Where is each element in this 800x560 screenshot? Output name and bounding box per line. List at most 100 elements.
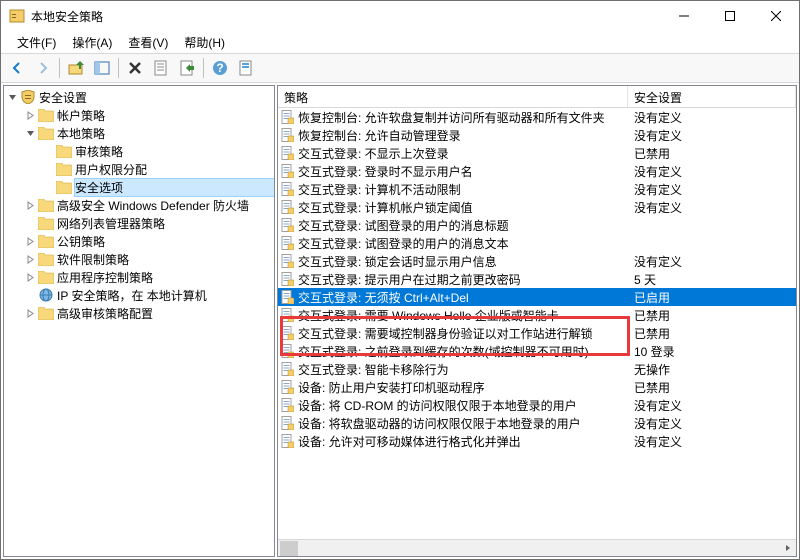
tree-audit-policy[interactable]: 审核策略 <box>4 142 274 160</box>
tree-label: 网络列表管理器策略 <box>57 215 274 232</box>
policy-name: 交互式登录: 需要域控制器身份验证以对工作站进行解锁 <box>296 325 628 342</box>
tree-panel[interactable]: 安全设置帐户策略本地策略审核策略用户权限分配安全选项高级安全 Windows D… <box>3 85 275 557</box>
policy-icon <box>278 217 296 233</box>
policy-row[interactable]: 交互式登录: 锁定会话时显示用户信息没有定义 <box>278 252 796 270</box>
close-button[interactable] <box>753 1 799 31</box>
expand-icon[interactable] <box>22 107 38 123</box>
spacer <box>40 161 56 177</box>
show-hide-tree-button[interactable] <box>90 56 114 80</box>
refresh-button[interactable] <box>234 56 258 80</box>
tree-app-control[interactable]: 应用程序控制策略 <box>4 268 274 286</box>
folder-icon <box>38 125 54 141</box>
column-setting[interactable]: 安全设置 <box>628 86 796 107</box>
policy-setting: 已启用 <box>628 289 796 306</box>
tree-adv-audit[interactable]: 高级审核策略配置 <box>4 304 274 322</box>
window-controls <box>661 1 799 31</box>
collapse-icon[interactable] <box>22 125 38 141</box>
policy-name: 交互式登录: 锁定会话时显示用户信息 <box>296 253 628 270</box>
back-button[interactable] <box>5 56 29 80</box>
policy-icon <box>278 415 296 431</box>
policy-name: 交互式登录: 智能卡移除行为 <box>296 361 628 378</box>
tree-netlist[interactable]: 网络列表管理器策略 <box>4 214 274 232</box>
policy-row[interactable]: 交互式登录: 计算机不活动限制没有定义 <box>278 180 796 198</box>
minimize-button[interactable] <box>661 1 707 31</box>
policy-icon <box>278 127 296 143</box>
list-body[interactable]: 恢复控制台: 允许软盘复制并访问所有驱动器和所有文件夹没有定义恢复控制台: 允许… <box>278 108 796 539</box>
policy-name: 交互式登录: 需要 Windows Hello 企业版或智能卡 <box>296 307 628 324</box>
folder-icon <box>20 89 36 105</box>
collapse-icon[interactable] <box>4 89 20 105</box>
policy-name: 交互式登录: 试图登录的用户的消息标题 <box>296 217 628 234</box>
policy-setting: 没有定义 <box>628 397 796 414</box>
up-level-button[interactable] <box>64 56 88 80</box>
policy-row[interactable]: 恢复控制台: 允许自动管理登录没有定义 <box>278 126 796 144</box>
policy-icon <box>278 109 296 125</box>
policy-icon <box>278 343 296 359</box>
expand-icon[interactable] <box>22 269 38 285</box>
export-button[interactable] <box>175 56 199 80</box>
policy-row[interactable]: 恢复控制台: 允许软盘复制并访问所有驱动器和所有文件夹没有定义 <box>278 108 796 126</box>
policy-setting: 没有定义 <box>628 433 796 450</box>
tree-label: 用户权限分配 <box>75 161 274 178</box>
policy-icon <box>278 253 296 269</box>
policy-row[interactable]: 交互式登录: 需要 Windows Hello 企业版或智能卡已禁用 <box>278 306 796 324</box>
tree-label: 高级安全 Windows Defender 防火墙 <box>57 197 274 214</box>
policy-row[interactable]: 交互式登录: 智能卡移除行为无操作 <box>278 360 796 378</box>
scrollbar-thumb[interactable] <box>280 541 298 556</box>
policy-icon <box>278 397 296 413</box>
policy-row[interactable]: 交互式登录: 不显示上次登录已禁用 <box>278 144 796 162</box>
svg-text:?: ? <box>216 61 223 75</box>
tree-account-policy[interactable]: 帐户策略 <box>4 106 274 124</box>
tree-user-rights[interactable]: 用户权限分配 <box>4 160 274 178</box>
expand-icon[interactable] <box>22 251 38 267</box>
policy-row[interactable]: 交互式登录: 试图登录的用户的消息标题 <box>278 216 796 234</box>
policy-row[interactable]: 交互式登录: 需要域控制器身份验证以对工作站进行解锁已禁用 <box>278 324 796 342</box>
folder-icon <box>38 269 54 285</box>
menu-help[interactable]: 帮助(H) <box>176 32 233 53</box>
policy-row[interactable]: 交互式登录: 试图登录的用户的消息文本 <box>278 234 796 252</box>
expand-icon[interactable] <box>22 197 38 213</box>
delete-button[interactable] <box>123 56 147 80</box>
horizontal-scrollbar[interactable] <box>278 539 796 556</box>
tree-root[interactable]: 安全设置 <box>4 88 274 106</box>
policy-row[interactable]: 交互式登录: 之前登录到缓存的次数(域控制器不可用时)10 登录 <box>278 342 796 360</box>
menu-action[interactable]: 操作(A) <box>64 32 120 53</box>
maximize-button[interactable] <box>707 1 753 31</box>
menu-view[interactable]: 查看(V) <box>120 32 176 53</box>
tree-defender[interactable]: 高级安全 Windows Defender 防火墙 <box>4 196 274 214</box>
policy-row[interactable]: 交互式登录: 登录时不显示用户名没有定义 <box>278 162 796 180</box>
toolbar: ? <box>1 53 799 83</box>
folder-icon <box>38 107 54 123</box>
policy-row[interactable]: 设备: 将软盘驱动器的访问权限仅限于本地登录的用户没有定义 <box>278 414 796 432</box>
scrollbar-right-button[interactable] <box>779 540 796 557</box>
policy-name: 交互式登录: 登录时不显示用户名 <box>296 163 628 180</box>
folder-icon <box>38 197 54 213</box>
policy-icon <box>278 379 296 395</box>
tree-ipsec[interactable]: IP 安全策略，在 本地计算机 <box>4 286 274 304</box>
policy-row[interactable]: 设备: 防止用户安装打印机驱动程序已禁用 <box>278 378 796 396</box>
expand-icon[interactable] <box>22 233 38 249</box>
policy-name: 交互式登录: 计算机不活动限制 <box>296 181 628 198</box>
expand-icon[interactable] <box>22 305 38 321</box>
policy-icon <box>278 289 296 305</box>
tree-soft-restrict[interactable]: 软件限制策略 <box>4 250 274 268</box>
policy-row[interactable]: 交互式登录: 计算机帐户锁定阈值没有定义 <box>278 198 796 216</box>
column-policy[interactable]: 策略 <box>278 86 628 107</box>
properties-button[interactable] <box>149 56 173 80</box>
policy-row[interactable]: 设备: 将 CD-ROM 的访问权限仅限于本地登录的用户没有定义 <box>278 396 796 414</box>
help-button[interactable]: ? <box>208 56 232 80</box>
tree-label: 软件限制策略 <box>57 251 274 268</box>
policy-row[interactable]: 交互式登录: 提示用户在过期之前更改密码5 天 <box>278 270 796 288</box>
policy-icon <box>278 361 296 377</box>
policy-name: 交互式登录: 提示用户在过期之前更改密码 <box>296 271 628 288</box>
tree-label: 高级审核策略配置 <box>57 305 274 322</box>
menu-file[interactable]: 文件(F) <box>9 32 64 53</box>
forward-button[interactable] <box>31 56 55 80</box>
tree-pubkey[interactable]: 公钥策略 <box>4 232 274 250</box>
tree-security-options[interactable]: 安全选项 <box>4 178 274 196</box>
policy-row[interactable]: 交互式登录: 无须按 Ctrl+Alt+Del已启用 <box>278 288 796 306</box>
tree-local-policy[interactable]: 本地策略 <box>4 124 274 142</box>
policy-row[interactable]: 设备: 允许对可移动媒体进行格式化并弹出没有定义 <box>278 432 796 450</box>
policy-name: 交互式登录: 之前登录到缓存的次数(域控制器不可用时) <box>296 343 628 360</box>
separator <box>118 58 119 78</box>
